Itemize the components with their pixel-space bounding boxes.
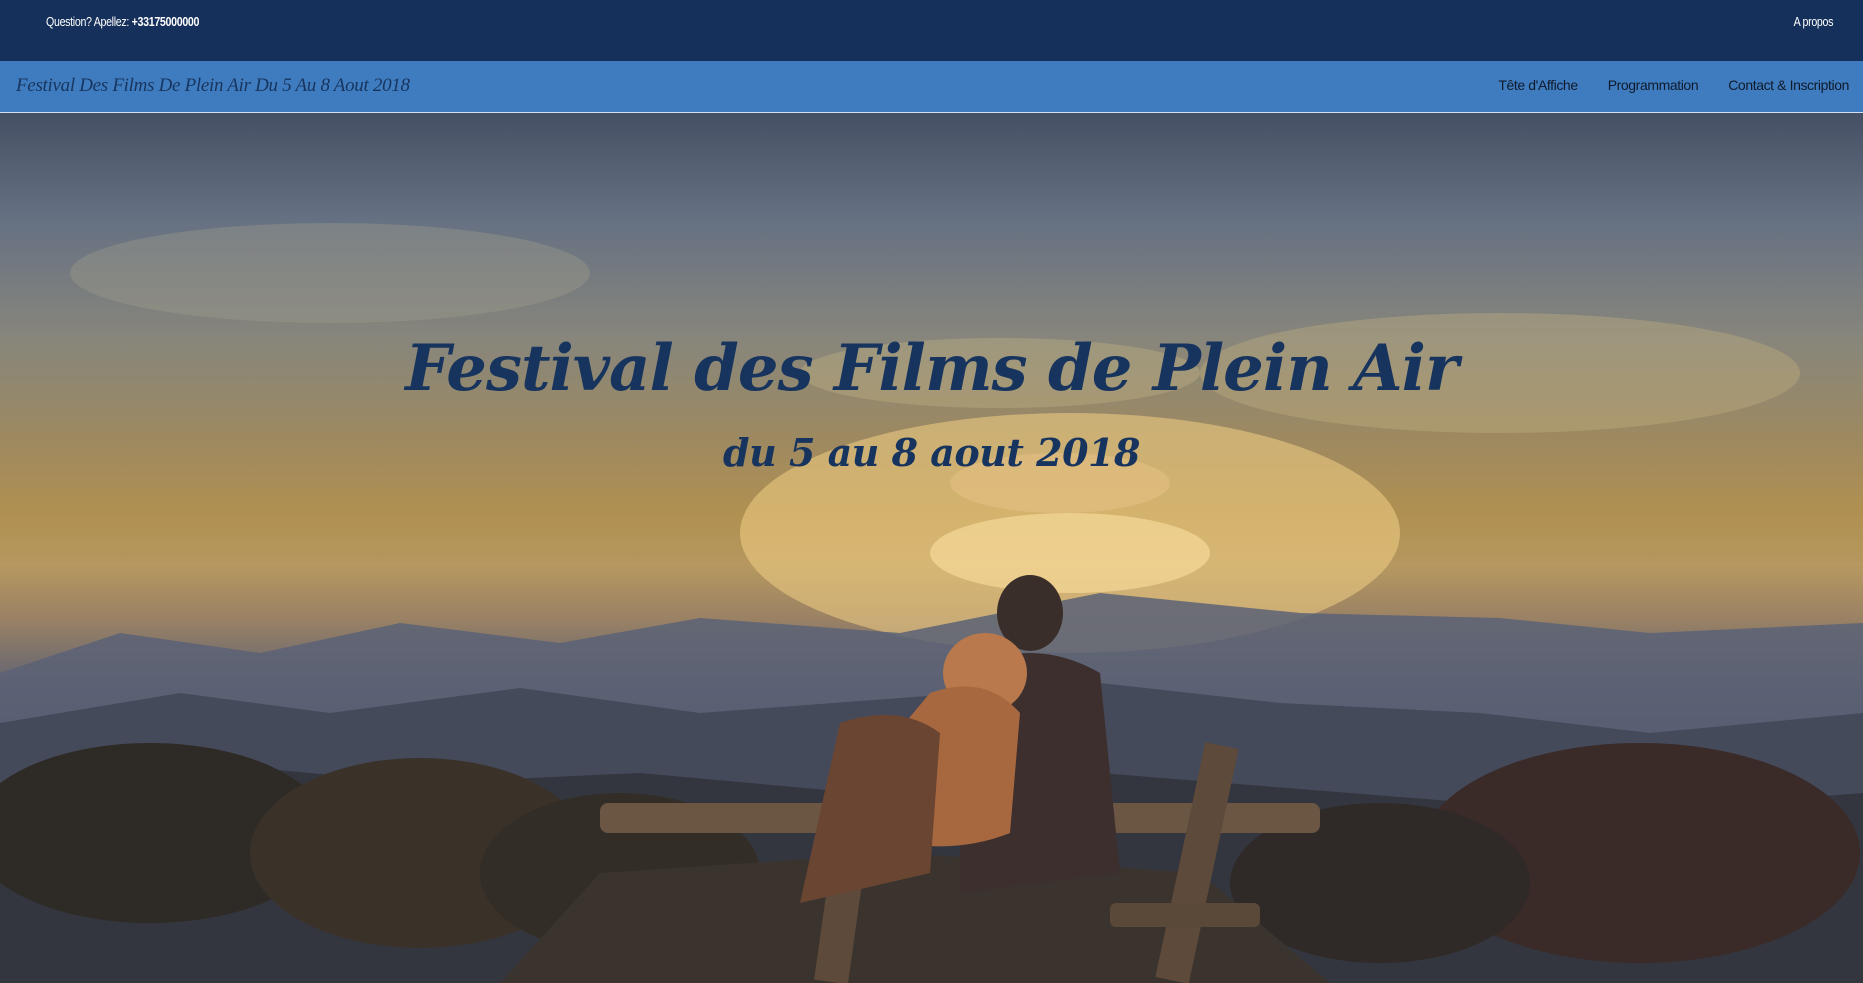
top-bar: Question? Apellez: +33175000000 A propos [0,0,1863,61]
nav-item-programmation[interactable]: Programmation [1608,77,1699,93]
nav-menu: Tête d'Affiche Programmation Contact & I… [1498,77,1849,93]
about-link[interactable]: A propos [1794,14,1834,29]
nav-item-contact-inscription[interactable]: Contact & Inscription [1728,77,1849,93]
contact-prefix: Question? Apellez: [46,14,132,29]
hero-subtitle: du 5 au 8 aout 2018 [723,430,1140,475]
hero-title: Festival des Films de Plein Air [405,331,1458,406]
contact-info: Question? Apellez: +33175000000 [46,14,199,29]
nav-bar: Festival Des Films De Plein Air Du 5 Au … [0,61,1863,113]
sunset-couple-bench-photo [0,223,1863,983]
nav-item-tete-affiche[interactable]: Tête d'Affiche [1498,77,1578,93]
hero-banner: Festival des Films de Plein Air du 5 au … [0,113,1863,983]
phone-number[interactable]: +33175000000 [132,14,200,29]
brand-title[interactable]: Festival Des Films De Plein Air Du 5 Au … [16,75,410,97]
